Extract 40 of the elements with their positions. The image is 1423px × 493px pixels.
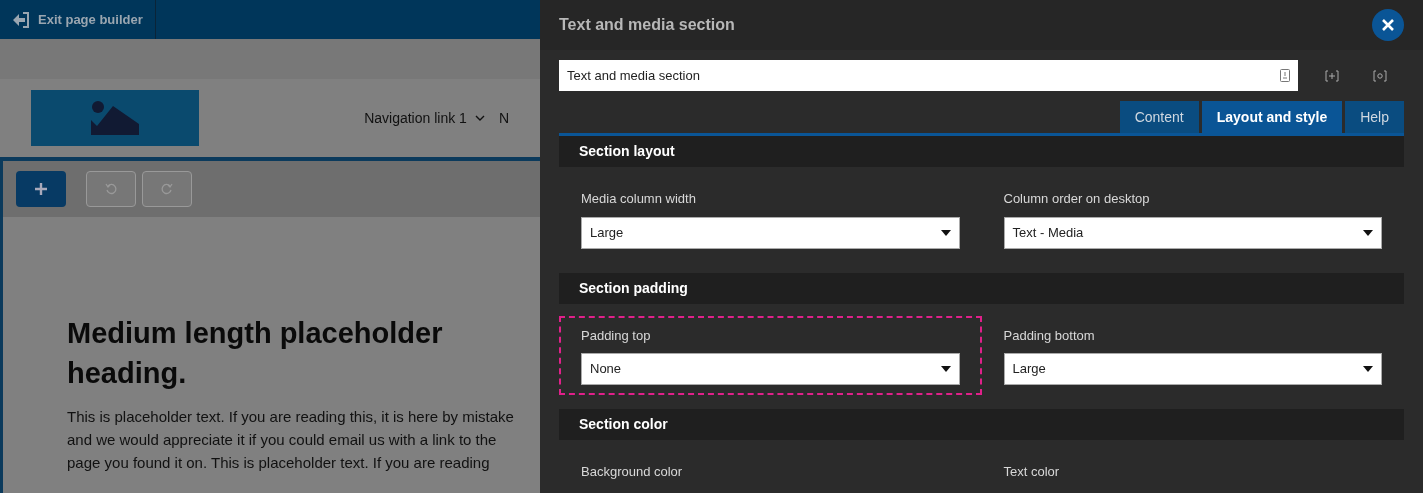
field-label: Column order on desktop: [1003, 190, 1151, 208]
caret-icon: [1363, 229, 1373, 236]
bracket-plus-icon: [1325, 69, 1339, 82]
tab[interactable]: Help: [1345, 101, 1404, 133]
select-field[interactable]: None: [581, 353, 960, 385]
paragraph: This is placeholder text. If you are reading this, it is here by mistake and we would appreciate it if you could email us with a link to the page you found it on. This is placeholder text. If you are reading: [67, 407, 515, 473]
select-field[interactable]: Text - Media: [1003, 216, 1382, 249]
tab[interactable]: Content: [1119, 101, 1199, 133]
caret-icon: [940, 366, 951, 372]
nav-link[interactable]: Navigation link 1: [364, 107, 485, 129]
section-header: Section layout: [559, 136, 1404, 167]
close-icon: [1382, 19, 1394, 31]
field-label: Media column width: [581, 190, 697, 208]
caret-icon: [940, 229, 951, 236]
image-icon: [91, 101, 140, 135]
exit-icon: [12, 11, 30, 28]
field-label: Padding top: [581, 326, 652, 345]
field-label: Padding bottom: [1003, 326, 1096, 345]
section-header: Section padding: [559, 272, 1404, 304]
field-label: Background color: [581, 463, 684, 481]
plus-icon: [34, 182, 48, 196]
section-header: Section color: [559, 409, 1404, 440]
close-button[interactable]: [1372, 9, 1404, 41]
redo-icon: [161, 183, 173, 195]
heading: Medium length placeholder heading.: [67, 316, 444, 391]
select-field[interactable]: Large: [1003, 353, 1382, 385]
select-field[interactable]: Large: [581, 216, 960, 249]
document-icon: [1280, 69, 1290, 82]
undo-button[interactable]: [86, 171, 136, 207]
panel-title: Text and media section: [559, 15, 735, 35]
name-field[interactable]: Text and media section: [559, 60, 1298, 91]
chevron-down-icon: [474, 115, 485, 121]
redo-button[interactable]: [142, 171, 192, 207]
bracket-search-icon: [1373, 69, 1387, 82]
caret-icon: [1363, 366, 1373, 372]
field-label: Text color: [1003, 463, 1061, 481]
nav-link[interactable]: N: [498, 107, 509, 129]
add-button[interactable]: [16, 171, 66, 207]
tab[interactable]: Layout and style: [1201, 101, 1343, 133]
undo-icon: [105, 183, 117, 195]
